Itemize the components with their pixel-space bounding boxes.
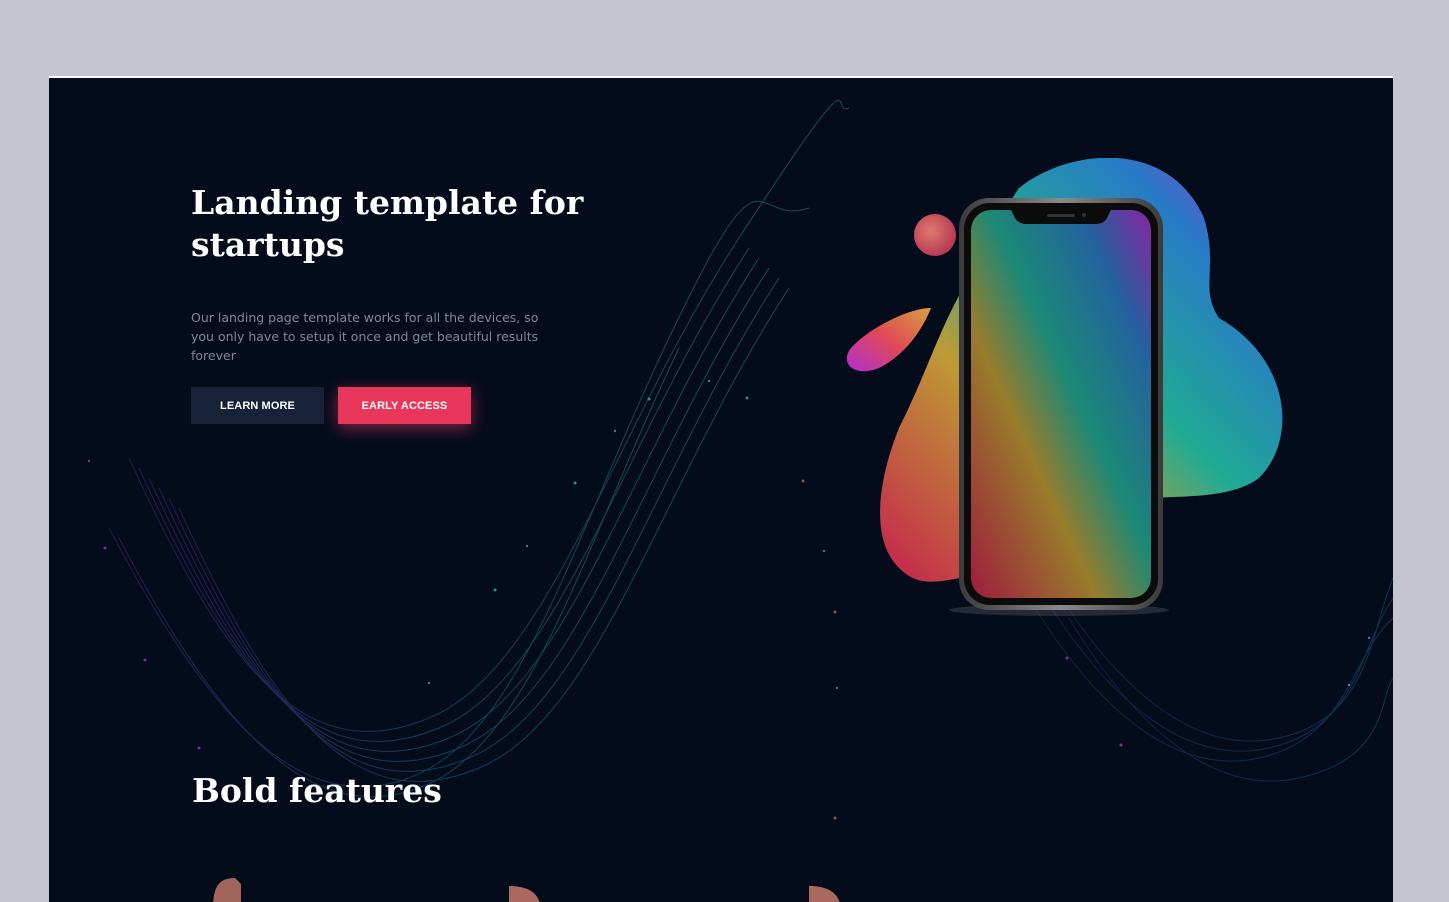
- hero-title: Landing template for startups: [191, 183, 584, 264]
- phone-illustration: [846, 158, 1283, 616]
- learn-more-button[interactable]: LEARN MORE: [191, 387, 324, 424]
- color-ball: [914, 214, 956, 256]
- feature-icon: [809, 886, 840, 902]
- landing-page: Landing template for startups Our landin…: [49, 76, 1393, 902]
- feature-icon: [509, 886, 540, 902]
- hero-description: Our landing page template works for all …: [191, 310, 539, 363]
- color-drop: [846, 308, 931, 372]
- early-access-button[interactable]: EARLY ACCESS: [338, 387, 471, 424]
- phone-screen: [971, 210, 1151, 598]
- feature-icon: [213, 878, 241, 902]
- features-title: Bold features: [192, 771, 442, 810]
